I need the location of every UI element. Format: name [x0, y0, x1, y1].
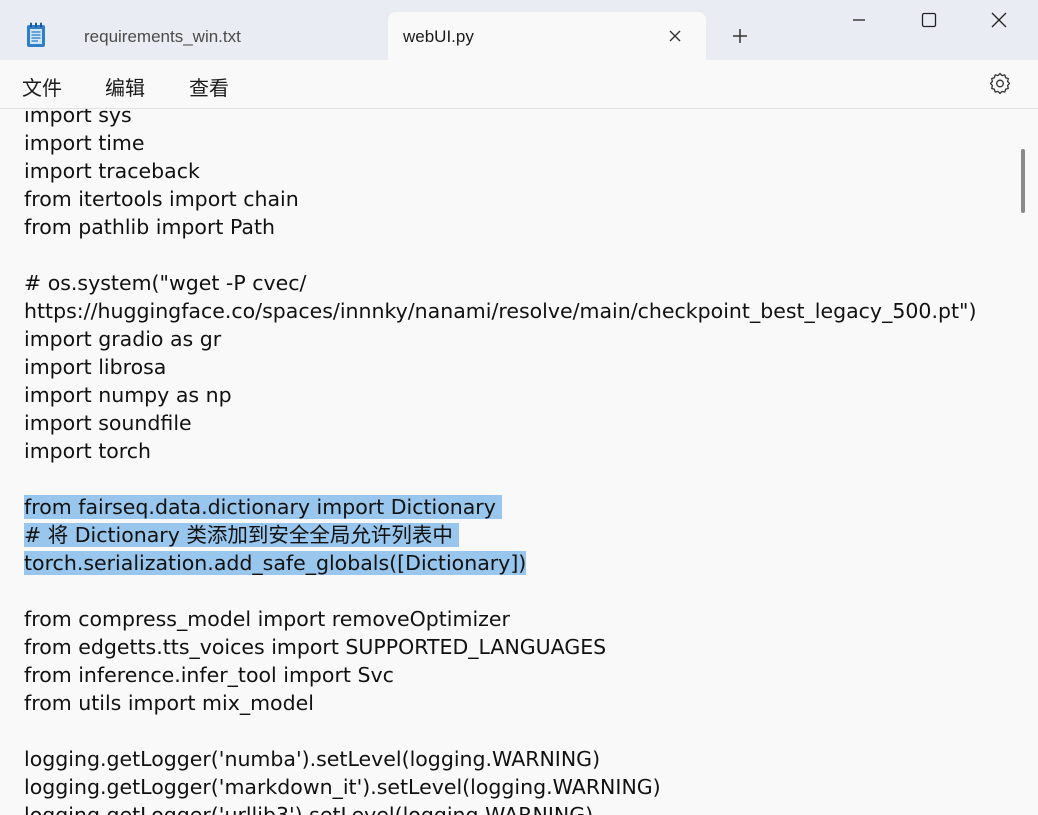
code-line[interactable]: import numpy as np [24, 381, 976, 409]
code-line-text: import librosa [24, 355, 167, 379]
code-line-text: import traceback [24, 159, 200, 183]
code-line-text: logging.getLogger('urllib3').setLevel(lo… [24, 803, 594, 815]
code-line[interactable]: import gradio as gr [24, 325, 976, 353]
code-line-text: from compress_model import removeOptimiz… [24, 607, 510, 631]
code-line-text: from pathlib import Path [24, 215, 275, 239]
code-line[interactable]: import soundfile [24, 409, 976, 437]
code-line[interactable] [24, 465, 976, 493]
code-line-text: https://huggingface.co/spaces/innnky/nan… [24, 299, 977, 323]
code-line[interactable]: import sys [24, 109, 976, 129]
code-line-text: torch.serialization.add_safe_globals([Di… [24, 551, 527, 575]
code-line-text: # os.system("wget -P cvec/ [24, 271, 307, 295]
code-line-text: from edgetts.tts_voices import SUPPORTED… [24, 635, 607, 659]
tab-webui[interactable]: webUI.py [388, 12, 706, 60]
code-line[interactable]: import traceback [24, 157, 976, 185]
code-line-text: from inference.infer_tool import Svc [24, 663, 394, 687]
code-line[interactable] [24, 241, 976, 269]
notepad-file-icon [26, 22, 46, 48]
minimize-icon [851, 12, 867, 33]
title-bar: requirements_win.txt webUI.py [0, 0, 1038, 60]
scrollbar-thumb[interactable] [1021, 149, 1025, 213]
settings-button[interactable] [986, 71, 1014, 99]
code-line-text: from itertools import chain [24, 187, 299, 211]
code-line-text: from fairseq.data.dictionary import Dict… [24, 495, 503, 519]
code-line[interactable]: import time [24, 129, 976, 157]
maximize-button[interactable] [894, 0, 964, 44]
code-line-text: import sys [24, 109, 132, 127]
code-line-text: logging.getLogger('numba').setLevel(logg… [24, 747, 601, 771]
code-line[interactable]: logging.getLogger('markdown_it').setLeve… [24, 773, 976, 801]
code-line-text: from utils import mix_model [24, 691, 314, 715]
selected-code-line[interactable]: from fairseq.data.dictionary import Dict… [24, 493, 976, 521]
code-line-text: import soundfile [24, 411, 192, 435]
menu-bar: 文件 编辑 查看 [0, 60, 1038, 109]
tab-label: requirements_win.txt [84, 27, 241, 46]
code-line[interactable]: from itertools import chain [24, 185, 976, 213]
plus-icon [732, 28, 748, 49]
code-line[interactable] [24, 577, 976, 605]
vertical-scrollbar[interactable] [1018, 109, 1038, 815]
code-line-text: logging.getLogger('markdown_it').setLeve… [24, 775, 661, 799]
code-line[interactable]: from inference.infer_tool import Svc [24, 661, 976, 689]
selected-code-line[interactable]: torch.serialization.add_safe_globals([Di… [24, 549, 976, 577]
gear-icon [988, 71, 1012, 100]
code-line[interactable]: logging.getLogger('urllib3').setLevel(lo… [24, 801, 976, 815]
close-tab-icon[interactable] [662, 23, 688, 49]
code-line-text: import time [24, 131, 145, 155]
close-icon [990, 11, 1008, 34]
text-editor[interactable]: import sys import time import traceback fro… [0, 109, 1018, 815]
minimize-button[interactable] [824, 0, 894, 44]
code-line[interactable]: from utils import mix_model [24, 689, 976, 717]
code-line-text: # 将 Dictionary 类添加到安全全局允许列表中 [24, 523, 460, 547]
close-window-button[interactable] [964, 0, 1034, 44]
code-content[interactable]: import sys import time import traceback fro… [24, 109, 976, 815]
new-tab-button[interactable] [724, 24, 756, 52]
code-line[interactable] [24, 717, 976, 745]
code-line[interactable]: import librosa [24, 353, 976, 381]
code-line[interactable]: https://huggingface.co/spaces/innnky/nan… [24, 297, 976, 325]
code-line[interactable]: logging.getLogger('numba').setLevel(logg… [24, 745, 976, 773]
code-line[interactable]: from compress_model import removeOptimiz… [24, 605, 976, 633]
code-line-text: import gradio as gr [24, 327, 222, 351]
code-line[interactable]: from pathlib import Path [24, 213, 976, 241]
code-line[interactable]: import torch [24, 437, 976, 465]
code-line[interactable]: # os.system("wget -P cvec/ [24, 269, 976, 297]
menu-view[interactable]: 查看 [189, 72, 229, 101]
menu-file[interactable]: 文件 [22, 72, 62, 101]
maximize-icon [921, 12, 937, 33]
code-line[interactable]: from edgetts.tts_voices import SUPPORTED… [24, 633, 976, 661]
menu-edit[interactable]: 编辑 [105, 72, 145, 101]
tab-requirements-win[interactable]: requirements_win.txt [12, 12, 384, 60]
tab-label: webUI.py [403, 27, 474, 46]
code-line-text: import torch [24, 439, 152, 463]
code-line-text: import numpy as np [24, 383, 232, 407]
selected-code-line[interactable]: # 将 Dictionary 类添加到安全全局允许列表中 [24, 521, 976, 549]
